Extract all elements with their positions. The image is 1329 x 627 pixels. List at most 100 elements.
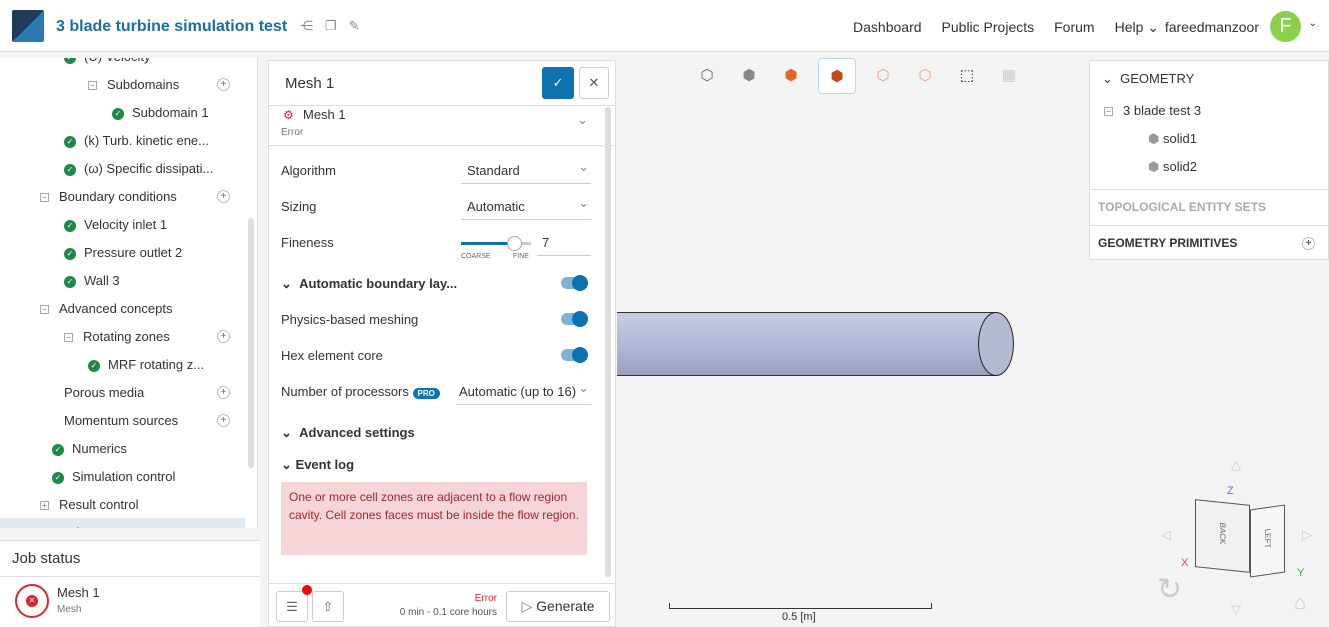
tree-item-label: Momentum sources	[64, 413, 179, 428]
tree-item-label: Velocity inlet 1	[84, 217, 168, 232]
event-log[interactable]: Event log	[296, 457, 355, 472]
advanced-settings[interactable]: Advanced settings	[299, 425, 415, 440]
add-icon[interactable]: +	[217, 190, 230, 203]
tree-item[interactable]: ✓ (U) Velocity	[64, 58, 150, 71]
expand-icon[interactable]: +	[40, 501, 49, 511]
share-icon[interactable]: ⋲	[300, 18, 325, 33]
job-type: Mesh	[57, 604, 82, 615]
check-icon: ✓	[52, 443, 64, 456]
geometry-item[interactable]: ⬢ solid2	[1148, 159, 1197, 175]
tree-item[interactable]: Momentum sources	[64, 407, 178, 435]
scrollbar[interactable]	[248, 218, 254, 468]
add-icon[interactable]: +	[217, 78, 230, 91]
avatar[interactable]: F	[1270, 11, 1301, 42]
copy-icon[interactable]: ❐	[325, 18, 349, 33]
nav-public-projects[interactable]: Public Projects	[942, 19, 1035, 36]
tree-item[interactable]: Mesh	[52, 519, 84, 528]
tree-item[interactable]: ✓ MRF rotating z...	[88, 351, 204, 379]
collapse-icon[interactable]: −	[40, 305, 49, 315]
generate-button[interactable]: ▷ Generate	[506, 591, 610, 622]
tree-item[interactable]: − Advanced concepts	[40, 295, 172, 323]
tree-item-label: Boundary conditions	[59, 189, 177, 204]
edge-select-icon[interactable]: ⬡	[910, 66, 940, 94]
fineness-label: Fineness	[281, 235, 334, 250]
scrollbar[interactable]	[605, 107, 611, 577]
geometry-root[interactable]: 3 blade test 3	[1123, 103, 1201, 118]
tree-item-label: (ω) Specific dissipati...	[84, 161, 214, 176]
tree-item[interactable]: ✓ Wall 3	[64, 267, 120, 295]
orientation-cube[interactable]: △ ◁ ▷ ▽ ↻ ⌂ BACK LEFT Z X Y	[1157, 457, 1327, 627]
tree-item[interactable]: − Rotating zones	[64, 323, 170, 351]
nav-forum[interactable]: Forum	[1054, 19, 1094, 36]
confirm-button[interactable]: ✓	[542, 67, 574, 99]
tree-item[interactable]: − Subdomains	[88, 71, 179, 99]
rotate-icon: ↻	[1157, 573, 1183, 606]
cylinder-geometry[interactable]	[617, 312, 997, 376]
add-icon[interactable]: +	[217, 414, 230, 427]
cylinder-end	[978, 312, 1014, 376]
abl-toggle[interactable]	[561, 275, 588, 291]
volume-select-icon[interactable]: ⬢	[818, 58, 856, 94]
collapse-icon[interactable]: −	[40, 193, 49, 203]
chevron-down-icon[interactable]: ⌄	[281, 276, 296, 291]
tree-item[interactable]: Porous media	[64, 379, 144, 407]
tree-item[interactable]: ✓ Subdomain 1	[112, 99, 209, 127]
close-button[interactable]: ✕	[579, 67, 609, 99]
job-name[interactable]: Mesh 1	[57, 585, 100, 600]
arrow-right-icon: ▷	[1302, 527, 1312, 542]
tree-item[interactable]: + Result control	[40, 491, 138, 519]
chevron-down-icon[interactable]: ⌄	[281, 457, 292, 472]
processors-select[interactable]: Automatic (up to 16)	[456, 376, 591, 405]
chevron-down-icon[interactable]: ⌄	[1102, 71, 1113, 86]
tree-item[interactable]: ✓ Velocity inlet 1	[64, 211, 167, 239]
tree-item[interactable]: ✓ (ω) Specific dissipati...	[64, 155, 213, 183]
tree-item[interactable]: ✓ Pressure outlet 2	[64, 239, 182, 267]
tree-item-label: Mesh	[52, 525, 84, 528]
fine-label: FINE	[513, 253, 529, 260]
geometry-primitives[interactable]: GEOMETRY PRIMITIVES +	[1090, 225, 1328, 261]
tree-item-label: Numerics	[72, 441, 127, 456]
tree-item-label: Subdomain 1	[132, 105, 209, 120]
hex-label: Hex element core	[281, 348, 383, 363]
simscale-logo[interactable]	[12, 10, 44, 42]
mesh-view-icon[interactable]: ▦	[994, 66, 1024, 94]
physics-label: Physics-based meshing	[281, 312, 419, 327]
chevron-down-icon[interactable]: ⌄	[1309, 18, 1317, 29]
chevron-down-icon[interactable]: ⌄	[281, 425, 292, 440]
mesh-selector[interactable]: ⚙ Mesh 1 Error ⌄	[269, 105, 615, 146]
geometry-title[interactable]: GEOMETRY	[1120, 71, 1194, 86]
tree-item[interactable]: ✓ Simulation control	[52, 463, 175, 491]
add-icon[interactable]: +	[217, 330, 230, 343]
nav-dashboard[interactable]: Dashboard	[853, 19, 922, 36]
box-select-icon[interactable]: ⬚	[952, 66, 982, 94]
edit-icon[interactable]: ✎	[349, 18, 372, 33]
upload-icon[interactable]: ⇧	[312, 591, 344, 622]
tree-item[interactable]: ✓ Numerics	[52, 435, 127, 463]
face-select-icon[interactable]: ⬢	[776, 66, 806, 94]
tree-item[interactable]: − Boundary conditions	[40, 183, 177, 211]
list-icon[interactable]: ☰	[276, 591, 308, 622]
estimate: 0 min - 0.1 core hours	[399, 607, 497, 618]
check-icon: ✓	[64, 275, 76, 288]
username[interactable]: fareedmanzoor	[1165, 19, 1259, 35]
geometry-item[interactable]: ⬢ solid1	[1148, 131, 1197, 147]
solid-cube-icon[interactable]: ⬢	[734, 66, 764, 94]
error-message: One or more cell zones are adjacent to a…	[281, 482, 587, 555]
topological-entity-sets[interactable]: TOPOLOGICAL ENTITY SETS	[1090, 189, 1328, 225]
algorithm-select[interactable]: Standard	[461, 155, 591, 184]
physics-toggle[interactable]	[561, 311, 588, 327]
tree-item[interactable]: ✓ (k) Turb. kinetic ene...	[64, 127, 209, 155]
job-status-panel: Job status ✕ Mesh 1 Mesh	[0, 540, 260, 627]
collapse-icon[interactable]: −	[64, 333, 73, 343]
fineness-input[interactable]: 7	[537, 231, 591, 256]
check-icon: ✓	[88, 359, 100, 372]
check-icon: ✓	[112, 107, 124, 120]
add-icon[interactable]: +	[217, 386, 230, 399]
collapse-icon[interactable]: −	[88, 81, 97, 91]
wireframe-cube-icon[interactable]: ⬡	[692, 66, 722, 94]
hex-toggle[interactable]	[561, 347, 588, 363]
nav-help[interactable]: Help ⌄	[1115, 19, 1159, 36]
sizing-select[interactable]: Automatic	[461, 191, 591, 220]
top-bar: 3 blade turbine simulation test ⋲❐✎ Dash…	[0, 0, 1329, 52]
node-select-icon[interactable]: ⬡	[868, 66, 898, 94]
